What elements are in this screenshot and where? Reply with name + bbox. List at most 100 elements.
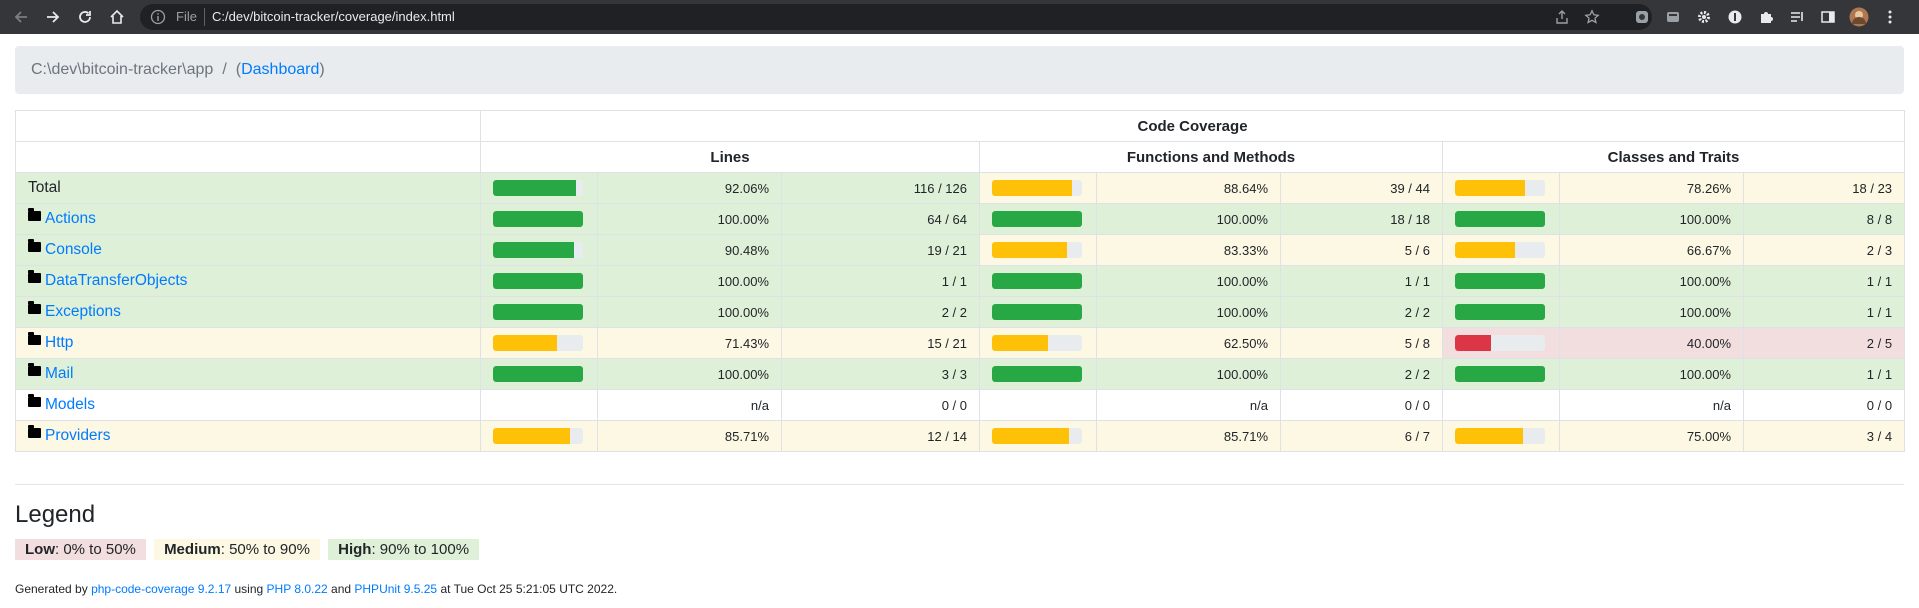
url-text[interactable]: C:/dev/bitcoin-tracker/coverage/index.ht… bbox=[212, 9, 455, 24]
classes-percent: 40.00% bbox=[1559, 327, 1744, 359]
footer-generated-by: Generated by bbox=[15, 582, 92, 596]
classes-count: 1 / 1 bbox=[1742, 358, 1906, 390]
row-name-cell: Exceptions bbox=[15, 296, 481, 328]
lines-percent: 100.00% bbox=[597, 265, 782, 297]
avatar[interactable] bbox=[1849, 7, 1869, 27]
funcs-bar-cell bbox=[979, 389, 1097, 421]
lines-bar-cell bbox=[480, 296, 598, 328]
phpunit-link[interactable]: PHPUnit 9.5.25 bbox=[354, 582, 437, 596]
puzzle-icon[interactable] bbox=[1756, 7, 1776, 27]
directory-link[interactable]: Providers bbox=[45, 427, 110, 444]
lines-percent: 100.00% bbox=[597, 296, 782, 328]
classes-bar-cell bbox=[1442, 327, 1560, 359]
directory-link[interactable]: Actions bbox=[45, 210, 96, 227]
side-panel-icon[interactable] bbox=[1818, 7, 1838, 27]
file-scheme-label: File bbox=[176, 9, 197, 24]
row-name-cell: Actions bbox=[15, 203, 481, 235]
funcs-percent: 83.33% bbox=[1096, 234, 1281, 266]
reading-list-icon[interactable] bbox=[1787, 7, 1807, 27]
classes-percent: 100.00% bbox=[1559, 358, 1744, 390]
lines-percent: 100.00% bbox=[597, 358, 782, 390]
folder-icon bbox=[28, 332, 41, 345]
header-empty bbox=[15, 110, 481, 142]
lines-count: 3 / 3 bbox=[781, 358, 980, 390]
progress-bar bbox=[1455, 304, 1545, 320]
gear-icon[interactable] bbox=[1694, 7, 1714, 27]
folder-icon bbox=[28, 239, 41, 252]
header-lines: Lines bbox=[480, 141, 980, 173]
lines-percent: n/a bbox=[597, 389, 782, 421]
legend-title: Legend bbox=[15, 501, 96, 528]
progress-bar-fill bbox=[493, 211, 583, 227]
progress-bar-fill bbox=[1455, 304, 1545, 320]
lines-count: 1 / 1 bbox=[781, 265, 980, 297]
legend: Low: 0% to 50% Medium: 50% to 90% High: … bbox=[15, 539, 1904, 560]
legend-low-range: : 0% to 50% bbox=[55, 541, 136, 558]
lines-bar-cell bbox=[480, 234, 598, 266]
address-divider bbox=[204, 8, 205, 26]
table-row: Exceptions 100.00% 2 / 2 100.00% 2 / 2 100.00… bbox=[15, 296, 1906, 328]
progress-bar-fill bbox=[992, 211, 1082, 227]
funcs-percent: 88.64% bbox=[1096, 172, 1281, 204]
directory-link[interactable]: Exceptions bbox=[45, 303, 121, 320]
row-name-cell: DataTransferObjects bbox=[15, 265, 481, 297]
table-row: Console 90.48% 19 / 21 83.33% 5 / 6 66.67% 2 /… bbox=[15, 234, 1906, 266]
home-icon[interactable] bbox=[106, 6, 128, 28]
footer-using: using bbox=[231, 582, 267, 596]
progress-bar bbox=[1455, 335, 1545, 351]
extension-icon[interactable] bbox=[1632, 7, 1652, 27]
funcs-bar-cell bbox=[979, 358, 1097, 390]
table-row: Total 92.06% 116 / 126 88.64% 39 / 44 78.26% 1… bbox=[15, 172, 1906, 204]
extension-icon[interactable] bbox=[1663, 7, 1683, 27]
back-arrow-icon[interactable] bbox=[10, 6, 32, 28]
classes-count: 2 / 5 bbox=[1742, 327, 1906, 359]
total-label: Total bbox=[28, 179, 61, 196]
progress-bar-fill bbox=[1455, 335, 1491, 351]
funcs-bar-cell bbox=[979, 234, 1097, 266]
funcs-percent: 100.00% bbox=[1096, 358, 1281, 390]
php-code-coverage-link[interactable]: php-code-coverage 9.2.17 bbox=[91, 582, 231, 596]
funcs-bar-cell bbox=[979, 420, 1097, 452]
funcs-percent: 100.00% bbox=[1096, 265, 1281, 297]
php-link[interactable]: PHP 8.0.22 bbox=[267, 582, 328, 596]
classes-percent: n/a bbox=[1559, 389, 1744, 421]
folder-icon bbox=[28, 425, 41, 438]
table-row: Mail 100.00% 3 / 3 100.00% 2 / 2 100.00% 1 / 1 bbox=[15, 358, 1906, 390]
directory-link[interactable]: DataTransferObjects bbox=[45, 272, 187, 289]
progress-bar-fill bbox=[493, 428, 571, 444]
progress-bar bbox=[493, 428, 583, 444]
lines-bar-cell bbox=[480, 420, 598, 452]
funcs-percent: 62.50% bbox=[1096, 327, 1281, 359]
funcs-count: 2 / 2 bbox=[1280, 358, 1443, 390]
directory-link[interactable]: Http bbox=[45, 334, 73, 351]
address-bar[interactable]: File C:/dev/bitcoin-tracker/coverage/ind… bbox=[140, 4, 1652, 30]
lines-bar-cell bbox=[480, 389, 598, 421]
legend-high-range: : 90% to 100% bbox=[371, 541, 470, 558]
classes-percent: 100.00% bbox=[1559, 296, 1744, 328]
progress-bar-fill bbox=[992, 304, 1082, 320]
dashboard-link[interactable]: Dashboard bbox=[241, 61, 319, 79]
reload-icon[interactable] bbox=[74, 6, 96, 28]
more-menu-icon[interactable] bbox=[1880, 7, 1900, 27]
forward-arrow-icon[interactable] bbox=[42, 6, 64, 28]
progress-bar-fill bbox=[493, 366, 583, 382]
share-icon[interactable] bbox=[1554, 9, 1570, 30]
bookmark-star-icon[interactable] bbox=[1584, 9, 1600, 30]
row-name-cell: Mail bbox=[15, 358, 481, 390]
progress-bar-fill bbox=[1455, 366, 1545, 382]
extension-icon[interactable] bbox=[1725, 7, 1745, 27]
funcs-percent: 100.00% bbox=[1096, 296, 1281, 328]
row-name-cell: Console bbox=[15, 234, 481, 266]
legend-medium-label: Medium bbox=[164, 541, 221, 558]
progress-bar-fill bbox=[1455, 428, 1523, 444]
progress-bar bbox=[992, 304, 1082, 320]
divider bbox=[15, 484, 1904, 485]
lines-bar-cell bbox=[480, 327, 598, 359]
info-icon[interactable] bbox=[150, 9, 166, 30]
classes-count: 8 / 8 bbox=[1742, 203, 1906, 235]
directory-link[interactable]: Models bbox=[45, 396, 95, 413]
directory-link[interactable]: Mail bbox=[45, 365, 73, 382]
funcs-count: 18 / 18 bbox=[1280, 203, 1443, 235]
directory-link[interactable]: Console bbox=[45, 241, 102, 258]
folder-icon bbox=[28, 270, 41, 283]
